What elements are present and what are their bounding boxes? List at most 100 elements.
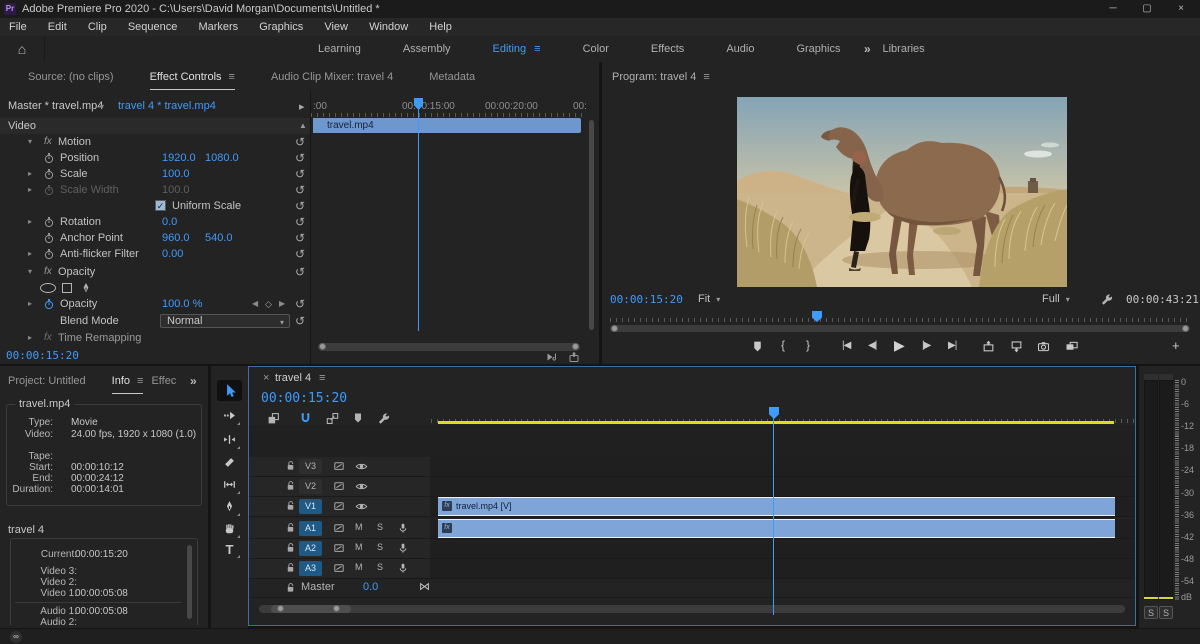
expander-icon[interactable]: ▸ — [28, 166, 32, 182]
home-icon[interactable]: ⌂ — [0, 36, 45, 62]
ec-sequence-clip[interactable]: travel 4 * travel.mp4 — [118, 100, 216, 112]
lock-icon[interactable] — [285, 582, 296, 593]
tab-metadata[interactable]: Metadata — [429, 71, 475, 83]
workspace-overflow-icon[interactable]: » — [864, 36, 871, 62]
lock-icon[interactable] — [285, 500, 296, 511]
scrollbar-knob[interactable] — [333, 605, 340, 612]
workspace-tab-learning[interactable]: Learning — [318, 43, 361, 55]
menu-file[interactable]: File — [0, 18, 36, 36]
ec-ruler[interactable]: :00 00:00:15:00 00:00:20:00 00: — [311, 100, 586, 117]
add-marker-icon[interactable] — [352, 412, 364, 424]
track-target-v3[interactable]: V3 — [299, 459, 322, 474]
mic-icon[interactable] — [397, 522, 409, 534]
sync-lock-icon[interactable] — [333, 542, 345, 554]
timeline-settings-wrench-icon[interactable] — [377, 412, 390, 425]
ec-horizontal-scrollbar[interactable] — [318, 343, 580, 351]
track-target-v1[interactable]: V1 — [299, 499, 322, 514]
razor-tool[interactable] — [217, 453, 242, 474]
track-target-a1[interactable]: A1 — [299, 521, 322, 536]
eye-icon[interactable] — [355, 460, 368, 473]
solo-button[interactable]: S — [377, 562, 383, 572]
button-editor-icon[interactable]: + — [1172, 338, 1180, 353]
minimize-button[interactable]: ─ — [1096, 0, 1130, 18]
ec-playhead-line[interactable] — [418, 109, 419, 331]
reset-icon[interactable]: ↺ — [295, 230, 305, 246]
scrollbar-knob[interactable] — [277, 605, 284, 612]
reset-icon[interactable]: ↺ — [295, 296, 305, 312]
workspace-tab-graphics[interactable]: Graphics — [796, 43, 840, 55]
reset-icon[interactable]: ↺ — [295, 150, 305, 166]
mute-button[interactable]: M — [355, 562, 363, 572]
lock-icon[interactable] — [285, 460, 296, 471]
lock-icon[interactable] — [285, 542, 296, 553]
sync-lock-icon[interactable] — [333, 500, 345, 512]
linked-selection-icon[interactable] — [326, 412, 339, 425]
video-clip-travel[interactable]: fx travel.mp4 [V] — [438, 497, 1115, 516]
scrollbar-knob[interactable] — [1182, 325, 1189, 332]
reset-icon[interactable]: ↺ — [295, 182, 305, 198]
ripple-edit-tool[interactable] — [217, 430, 242, 451]
tab-project[interactable]: Project: Untitled — [8, 375, 86, 387]
anchor-y-value[interactable]: 540.0 — [205, 230, 233, 246]
add-keyframe-icon[interactable]: ◇ — [265, 296, 272, 312]
workspace-tab-effects[interactable]: Effects — [651, 43, 684, 55]
nest-insert-icon[interactable] — [267, 412, 280, 425]
tab-info[interactable]: Info≡ — [112, 375, 144, 387]
menu-help[interactable]: Help — [420, 18, 461, 36]
next-keyframe-icon[interactable]: ▶ — [279, 296, 285, 312]
scrollbar-knob[interactable] — [572, 343, 579, 350]
expander-icon[interactable]: ▸ — [28, 246, 32, 262]
prev-keyframe-icon[interactable]: ◀ — [252, 296, 258, 312]
lift-icon[interactable] — [982, 340, 995, 353]
zoom-level-dropdown[interactable]: Fit▾ — [698, 293, 720, 305]
lock-icon[interactable] — [285, 480, 296, 491]
close-button[interactable]: × — [1164, 0, 1198, 18]
tab-effects-clipped[interactable]: Effec — [151, 375, 176, 387]
play-audio-preview-icon[interactable] — [546, 351, 558, 363]
pen-tool[interactable] — [217, 497, 242, 518]
mark-in-icon[interactable]: { — [781, 338, 785, 352]
tab-audio-clip-mixer[interactable]: Audio Clip Mixer: travel 4 — [271, 71, 393, 83]
mute-button[interactable]: M — [355, 542, 363, 552]
chevron-down-icon[interactable]: ▾ — [100, 102, 104, 111]
uniform-scale-checkbox[interactable]: ✓ — [155, 200, 166, 211]
rotation-value[interactable]: 0.0 — [162, 214, 177, 230]
position-x-value[interactable]: 1920.0 — [162, 150, 196, 166]
slip-tool[interactable] — [217, 475, 242, 496]
play-button-icon[interactable]: ▶ — [894, 337, 905, 354]
audio-clip-travel[interactable]: fx — [438, 519, 1115, 538]
sync-lock-icon[interactable] — [333, 480, 345, 492]
position-y-value[interactable]: 1080.0 — [205, 150, 239, 166]
info-scrollbar[interactable] — [187, 545, 192, 619]
go-to-in-icon[interactable]: |◀ — [842, 340, 850, 351]
solo-right-button[interactable]: S — [1159, 606, 1173, 619]
reset-icon[interactable]: ↺ — [295, 246, 305, 262]
ec-master-clip[interactable]: Master * travel.mp4 — [8, 100, 103, 112]
workspace-tab-libraries[interactable]: Libraries — [882, 43, 924, 55]
collapse-icon[interactable]: ▲ — [299, 118, 307, 134]
reset-icon[interactable]: ↺ — [295, 214, 305, 230]
menu-edit[interactable]: Edit — [39, 18, 76, 36]
workspace-menu-icon[interactable]: ≡ — [534, 43, 540, 55]
anti-flicker-value[interactable]: 0.00 — [162, 246, 183, 262]
blend-mode-dropdown[interactable]: Normal ▾ — [160, 314, 290, 328]
sync-lock-icon[interactable] — [333, 460, 345, 472]
selection-tool[interactable] — [217, 380, 242, 401]
solo-left-button[interactable]: S — [1144, 606, 1158, 619]
panel-overflow-icon[interactable]: » — [190, 374, 197, 388]
workspace-tab-assembly[interactable]: Assembly — [403, 43, 451, 55]
eye-icon[interactable] — [355, 500, 368, 513]
playback-resolution-dropdown[interactable]: Full▾ — [1042, 293, 1070, 305]
add-marker-icon[interactable] — [751, 340, 764, 353]
workspace-tab-audio[interactable]: Audio — [726, 43, 754, 55]
timeline-playhead-line[interactable] — [773, 417, 774, 615]
step-back-icon[interactable]: ◀| — [868, 340, 876, 351]
reset-icon[interactable]: ↺ — [295, 198, 305, 214]
comparison-view-icon[interactable] — [1065, 340, 1078, 353]
snap-magnet-icon[interactable] — [299, 412, 312, 425]
scale-value[interactable]: 100.0 — [162, 166, 190, 182]
scrollbar-knob[interactable] — [611, 325, 618, 332]
timeline-horizontal-scrollbar[interactable] — [259, 605, 1125, 613]
expander-icon[interactable]: ▸ — [28, 296, 32, 312]
settings-wrench-icon[interactable] — [1100, 293, 1113, 306]
